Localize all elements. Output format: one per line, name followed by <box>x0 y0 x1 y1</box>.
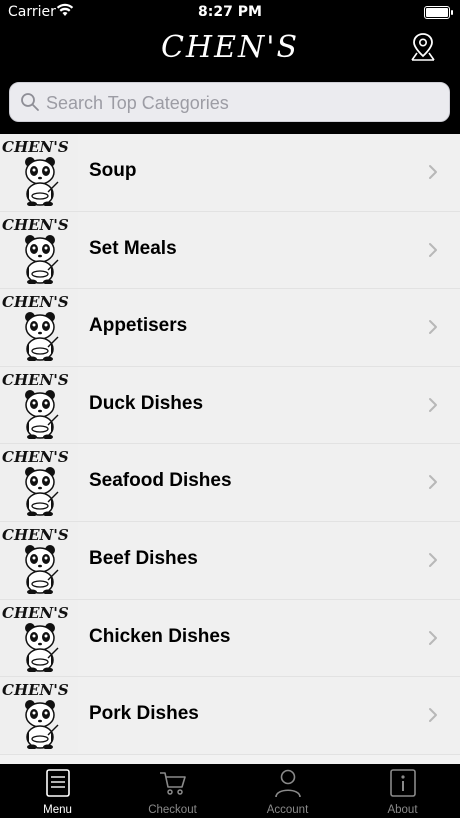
chevron-right-icon <box>428 474 438 494</box>
search-bar <box>0 80 460 134</box>
thumbnail-logo-text: CHEN'S <box>2 448 69 467</box>
tab-account[interactable]: Account <box>230 764 345 818</box>
category-label: Soup <box>89 160 137 181</box>
status-time: 8:27 PM <box>198 4 262 20</box>
chevron-right-icon <box>428 707 438 727</box>
category-thumbnail: CHEN'S <box>0 677 78 754</box>
category-thumbnail: CHEN'S <box>0 444 78 521</box>
category-thumbnail: CHEN'S <box>0 599 78 676</box>
tab-about[interactable]: About <box>345 764 460 818</box>
panda-icon <box>25 544 59 594</box>
category-row-soup[interactable]: CHEN'S Soup <box>0 134 460 212</box>
category-label: Seafood Dishes <box>89 470 232 492</box>
chevron-right-icon <box>428 242 438 262</box>
category-row-chicken-dishes[interactable]: CHEN'S Chicken Dishes <box>0 599 460 678</box>
tab-bar: Menu Checkout Account About <box>0 764 460 818</box>
tab-menu[interactable]: Menu <box>0 764 115 818</box>
tab-label: Account <box>266 804 309 816</box>
tab-label: Checkout <box>148 804 197 816</box>
category-label: Pork Dishes <box>89 703 199 725</box>
info-icon <box>345 768 460 798</box>
panda-icon <box>25 312 59 362</box>
panda-icon <box>25 157 59 206</box>
category-row-duck-dishes[interactable]: CHEN'S Duck Dishes <box>0 366 460 445</box>
person-icon <box>230 768 345 798</box>
category-thumbnail: CHEN'S <box>0 134 78 210</box>
menu-icon <box>0 768 115 798</box>
category-row-set-meals[interactable]: CHEN'S Set Meals <box>0 211 460 290</box>
panda-icon <box>25 234 59 284</box>
search-field[interactable] <box>9 82 450 123</box>
nav-bar: CHEN'S <box>0 26 460 80</box>
thumbnail-logo-text: CHEN'S <box>2 681 69 700</box>
category-thumbnail: CHEN'S <box>0 289 78 366</box>
category-label: Set Meals <box>89 237 177 259</box>
tab-label: About <box>387 804 418 816</box>
category-row-seafood-dishes[interactable]: CHEN'S Seafood Dishes <box>0 444 460 522</box>
cart-icon <box>115 768 230 798</box>
thumbnail-logo-text: CHEN'S <box>2 138 69 156</box>
chevron-right-icon <box>428 164 438 184</box>
tab-label: Menu <box>43 804 72 816</box>
panda-icon <box>25 622 59 672</box>
search-input[interactable] <box>44 83 438 123</box>
category-thumbnail: CHEN'S <box>0 366 78 443</box>
chevron-right-icon <box>428 319 438 339</box>
category-label: Duck Dishes <box>89 392 204 414</box>
thumbnail-logo-text: CHEN'S <box>2 525 69 544</box>
panda-icon <box>25 389 59 439</box>
category-row-beef-dishes[interactable]: CHEN'S Beef Dishes <box>0 521 460 600</box>
category-thumbnail: CHEN'S <box>0 211 78 288</box>
search-icon <box>20 92 40 116</box>
thumbnail-logo-text: CHEN'S <box>2 370 69 389</box>
chevron-right-icon <box>428 397 438 417</box>
app-title: CHEN'S <box>160 30 300 65</box>
category-row-appetisers[interactable]: CHEN'S Appetisers <box>0 289 460 367</box>
chevron-right-icon <box>428 552 438 572</box>
map-pin-icon[interactable] <box>410 32 436 66</box>
thumbnail-logo-text: CHEN'S <box>2 603 69 622</box>
category-row-pork-dishes[interactable]: CHEN'S Pork Dishes <box>0 677 460 755</box>
status-bar: Carrier 8:27 PM <box>0 0 460 26</box>
thumbnail-logo-text: CHEN'S <box>2 215 69 234</box>
category-thumbnail: CHEN'S <box>0 521 78 598</box>
tab-checkout[interactable]: Checkout <box>115 764 230 818</box>
battery-icon <box>424 6 453 19</box>
category-label: Beef Dishes <box>89 547 198 569</box>
category-list: CHEN'S Soup CHEN'S Set Meals CHEN'S Appe… <box>0 134 460 764</box>
chevron-right-icon <box>428 630 438 650</box>
category-label: Chicken Dishes <box>89 625 231 647</box>
category-label: Appetisers <box>89 315 188 337</box>
panda-icon <box>25 700 59 750</box>
panda-icon <box>25 467 59 517</box>
thumbnail-logo-text: CHEN'S <box>2 293 69 312</box>
